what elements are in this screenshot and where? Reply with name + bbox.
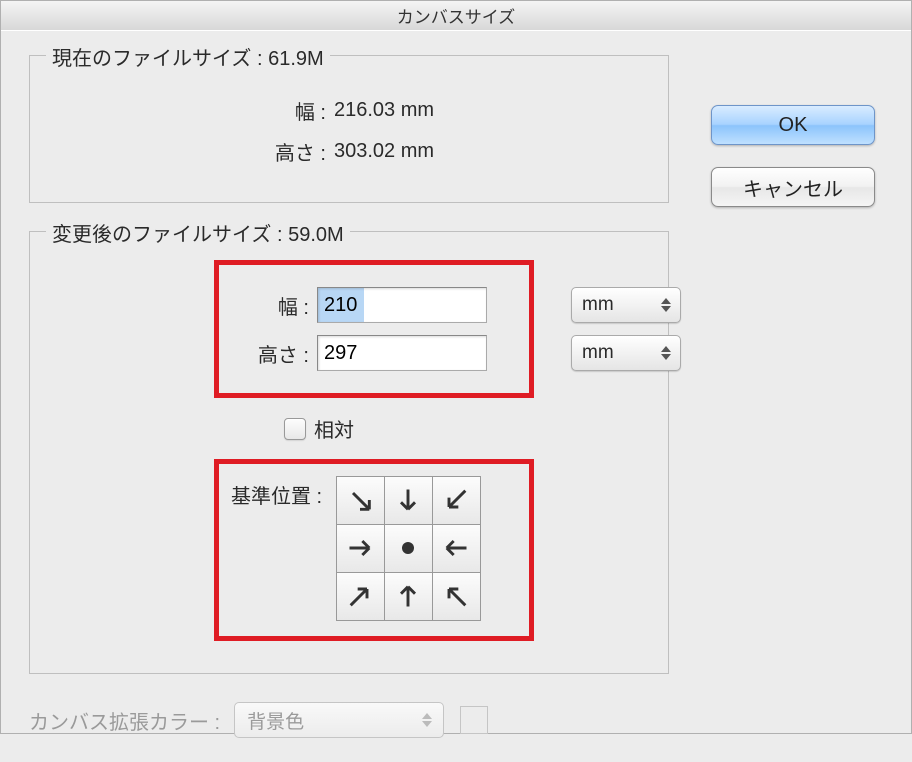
- anchor-grid: [336, 476, 480, 620]
- anchor-right[interactable]: [432, 524, 481, 573]
- current-size-group-label: 現在のファイルサイズ : 61.9M: [46, 42, 330, 71]
- new-width-unit-select[interactable]: mm: [571, 287, 681, 323]
- new-size-group: 変更後のファイルサイズ : 59.0M 幅 : mm: [29, 231, 669, 674]
- current-height-value: 303.02 mm: [334, 140, 434, 163]
- new-width-label: 幅 :: [231, 291, 317, 320]
- anchor-center-dot-icon: [402, 542, 414, 554]
- arrow-down-icon: [394, 486, 422, 514]
- anchor-left[interactable]: [336, 524, 385, 573]
- size-highlight-box: 幅 : mm 高さ :: [214, 260, 534, 398]
- dialog-buttons: OK キャンセル: [711, 105, 875, 207]
- anchor-top-left[interactable]: [336, 476, 385, 525]
- stepper-arrows-icon: [658, 291, 674, 319]
- ok-button-label: OK: [779, 114, 808, 137]
- new-height-input[interactable]: [317, 335, 487, 371]
- relative-checkbox-label: 相対: [314, 414, 354, 443]
- current-height-label: 高さ :: [54, 137, 334, 166]
- anchor-bottom[interactable]: [384, 572, 433, 621]
- current-width-value: 216.03 mm: [334, 99, 434, 122]
- dialog-title: カンバスサイズ: [397, 3, 516, 28]
- relative-checkbox[interactable]: [284, 418, 306, 440]
- anchor-top[interactable]: [384, 476, 433, 525]
- stepper-arrows-icon: [419, 706, 435, 734]
- anchor-bottom-right[interactable]: [432, 572, 481, 621]
- arrow-left-icon: [442, 534, 470, 562]
- canvas-size-dialog: カンバスサイズ OK キャンセル 現在のファイルサイズ : 61.9M 幅 : …: [0, 0, 912, 734]
- anchor-highlight-box: 基準位置 :: [214, 459, 534, 641]
- arrow-up-left-icon: [442, 582, 470, 610]
- extension-color-value: 背景色: [247, 707, 304, 734]
- new-size-group-label: 変更後のファイルサイズ : 59.0M: [46, 218, 350, 247]
- anchor-bottom-left[interactable]: [336, 572, 385, 621]
- new-height-unit-select[interactable]: mm: [571, 335, 681, 371]
- arrow-down-left-icon: [442, 486, 470, 514]
- anchor-top-right[interactable]: [432, 476, 481, 525]
- arrow-up-left-icon: [346, 486, 374, 514]
- current-width-label: 幅 :: [54, 96, 334, 125]
- extension-color-swatch[interactable]: [460, 706, 488, 734]
- new-width-unit-value: mm: [582, 294, 614, 316]
- arrow-up-right-icon: [346, 582, 374, 610]
- dialog-titlebar: カンバスサイズ: [1, 1, 911, 31]
- cancel-button-label: キャンセル: [743, 173, 843, 202]
- arrow-right-icon: [346, 534, 374, 562]
- new-height-unit-value: mm: [582, 342, 614, 364]
- arrow-up-icon: [394, 582, 422, 610]
- new-height-label: 高さ :: [231, 339, 317, 368]
- extension-color-label: カンバス拡張カラー :: [29, 706, 220, 735]
- ok-button[interactable]: OK: [711, 105, 875, 145]
- anchor-label: 基準位置 :: [231, 476, 322, 509]
- new-width-input[interactable]: [317, 287, 487, 323]
- current-size-group: 現在のファイルサイズ : 61.9M 幅 : 216.03 mm 高さ : 30…: [29, 55, 669, 203]
- anchor-center[interactable]: [384, 524, 433, 573]
- extension-color-select[interactable]: 背景色: [234, 702, 444, 738]
- stepper-arrows-icon: [658, 339, 674, 367]
- dialog-content: OK キャンセル 現在のファイルサイズ : 61.9M 幅 : 216.03 m…: [1, 31, 911, 762]
- cancel-button[interactable]: キャンセル: [711, 167, 875, 207]
- extension-color-row: カンバス拡張カラー : 背景色: [29, 702, 883, 738]
